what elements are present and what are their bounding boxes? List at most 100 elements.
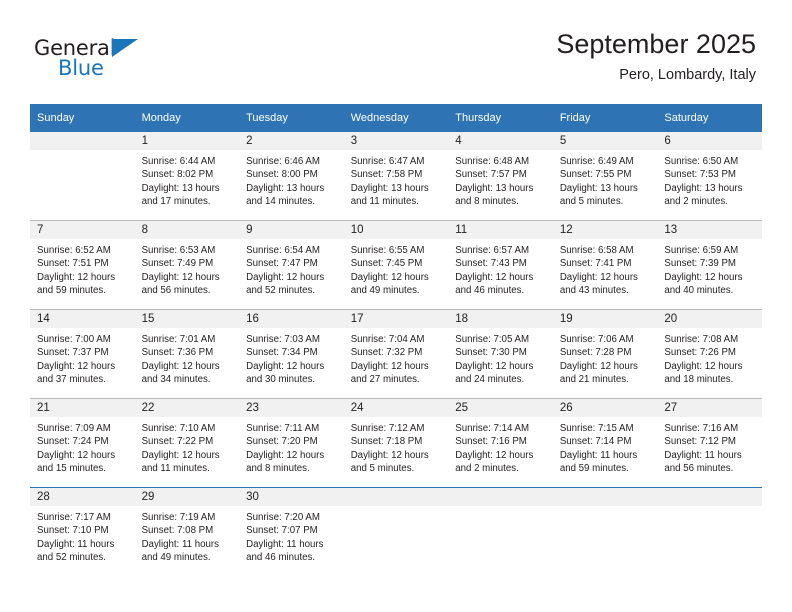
day-details: Sunrise: 7:06 AM Sunset: 7:28 PM Dayligh… [553, 328, 658, 387]
day-cell[interactable] [343, 487, 449, 576]
day-cell[interactable]: 13 Sunrise: 6:59 AM Sunset: 7:39 PM Dayl… [657, 220, 762, 310]
day-details: Sunrise: 7:03 AM Sunset: 7:34 PM Dayligh… [239, 328, 344, 387]
day-cell-inner: 25 Sunrise: 7:14 AM Sunset: 7:16 PM Dayl… [448, 399, 553, 487]
day-details: Sunrise: 6:47 AM Sunset: 7:58 PM Dayligh… [344, 150, 449, 209]
day-cell[interactable]: 11 Sunrise: 6:57 AM Sunset: 7:43 PM Dayl… [448, 220, 553, 310]
day-cell[interactable]: 26 Sunrise: 7:15 AM Sunset: 7:14 PM Dayl… [552, 398, 658, 488]
daylight-text-line1: Daylight: 13 hours [559, 182, 638, 194]
sunrise-text: Sunrise: 7:17 AM [37, 512, 111, 523]
day-number: 15 [134, 310, 240, 328]
day-cell[interactable]: 16 Sunrise: 7:03 AM Sunset: 7:34 PM Dayl… [239, 309, 344, 399]
calendar-table: Sunday Monday Tuesday Wednesday Thursday… [30, 104, 762, 576]
week-row: 7 Sunrise: 6:52 AM Sunset: 7:51 PM Dayli… [30, 220, 762, 310]
sunset-text: Sunset: 7:47 PM [246, 258, 318, 270]
day-cell[interactable] [552, 487, 658, 576]
day-cell[interactable]: 29 Sunrise: 7:19 AM Sunset: 7:08 PM Dayl… [134, 487, 240, 576]
day-cell[interactable]: 30 Sunrise: 7:20 AM Sunset: 7:07 PM Dayl… [239, 487, 344, 576]
weekday-header-wednesday: Wednesday [343, 104, 449, 132]
sunset-text: Sunset: 7:39 PM [664, 258, 736, 270]
day-cell[interactable]: 24 Sunrise: 7:12 AM Sunset: 7:18 PM Dayl… [343, 398, 449, 488]
day-details: Sunrise: 7:15 AM Sunset: 7:14 PM Dayligh… [553, 417, 658, 476]
day-cell[interactable]: 7 Sunrise: 6:52 AM Sunset: 7:51 PM Dayli… [30, 220, 135, 310]
daylight-text-line1: Daylight: 13 hours [664, 182, 743, 194]
day-cell[interactable]: 28 Sunrise: 7:17 AM Sunset: 7:10 PM Dayl… [30, 487, 135, 576]
sunset-text: Sunset: 7:36 PM [141, 347, 214, 359]
page-subtitle: Pero, Lombardy, Italy [619, 66, 756, 83]
daylight-text-line1: Daylight: 12 hours [664, 360, 743, 372]
weekday-header-tuesday: Tuesday [239, 104, 344, 132]
sunset-text: Sunset: 8:02 PM [141, 169, 214, 181]
day-details: Sunrise: 6:54 AM Sunset: 7:47 PM Dayligh… [239, 239, 344, 298]
day-cell[interactable] [657, 487, 762, 576]
sunrise-text: Sunrise: 6:58 AM [559, 245, 634, 256]
day-cell[interactable]: 2 Sunrise: 6:46 AM Sunset: 8:00 PM Dayli… [239, 132, 344, 221]
daylight-text-line1: Daylight: 12 hours [246, 449, 325, 461]
daylight-text-line2: and 5 minutes. [350, 463, 415, 475]
calendar-body: 1 Sunrise: 6:44 AM Sunset: 8:02 PM Dayli… [30, 132, 762, 576]
daylight-text-line1: Daylight: 13 hours [141, 182, 220, 194]
week-row: 14 Sunrise: 7:00 AM Sunset: 7:37 PM Dayl… [30, 309, 762, 399]
day-cell[interactable]: 1 Sunrise: 6:44 AM Sunset: 8:02 PM Dayli… [134, 132, 240, 221]
day-cell[interactable]: 25 Sunrise: 7:14 AM Sunset: 7:16 PM Dayl… [448, 398, 553, 488]
day-cell-inner: 5 Sunrise: 6:49 AM Sunset: 7:55 PM Dayli… [552, 132, 658, 220]
day-cell-inner: 24 Sunrise: 7:12 AM Sunset: 7:18 PM Dayl… [343, 399, 449, 487]
day-cell-inner: 16 Sunrise: 7:03 AM Sunset: 7:34 PM Dayl… [239, 310, 344, 398]
sunset-text: Sunset: 7:12 PM [664, 436, 736, 448]
day-details: Sunrise: 7:14 AM Sunset: 7:16 PM Dayligh… [448, 417, 553, 476]
day-number [657, 488, 762, 506]
day-cell[interactable]: 14 Sunrise: 7:00 AM Sunset: 7:37 PM Dayl… [30, 309, 135, 399]
sunset-text: Sunset: 7:45 PM [350, 258, 423, 270]
day-cell[interactable]: 10 Sunrise: 6:55 AM Sunset: 7:45 PM Dayl… [343, 220, 449, 310]
day-cell[interactable]: 27 Sunrise: 7:16 AM Sunset: 7:12 PM Dayl… [657, 398, 762, 488]
sunset-text: Sunset: 7:08 PM [141, 525, 214, 537]
day-number: 29 [134, 488, 240, 506]
sunrise-text: Sunrise: 6:49 AM [559, 156, 634, 167]
sunrise-text: Sunrise: 7:06 AM [559, 334, 634, 345]
sunrise-text: Sunrise: 6:46 AM [246, 156, 320, 167]
day-cell[interactable]: 9 Sunrise: 6:54 AM Sunset: 7:47 PM Dayli… [239, 220, 344, 310]
sunset-text: Sunset: 7:32 PM [350, 347, 423, 359]
day-details: Sunrise: 6:59 AM Sunset: 7:39 PM Dayligh… [657, 239, 762, 298]
day-cell[interactable]: 5 Sunrise: 6:49 AM Sunset: 7:55 PM Dayli… [552, 132, 658, 221]
day-cell[interactable]: 15 Sunrise: 7:01 AM Sunset: 7:36 PM Dayl… [134, 309, 240, 399]
day-cell[interactable]: 4 Sunrise: 6:48 AM Sunset: 7:57 PM Dayli… [448, 132, 553, 221]
sunset-text: Sunset: 7:10 PM [37, 525, 109, 537]
day-cell[interactable]: 19 Sunrise: 7:06 AM Sunset: 7:28 PM Dayl… [552, 309, 658, 399]
day-cell-inner [448, 488, 553, 576]
sunrise-text: Sunrise: 7:01 AM [141, 334, 216, 345]
day-cell[interactable]: 8 Sunrise: 6:53 AM Sunset: 7:49 PM Dayli… [134, 220, 240, 310]
day-cell[interactable]: 6 Sunrise: 6:50 AM Sunset: 7:53 PM Dayli… [657, 132, 762, 221]
day-cell[interactable]: 21 Sunrise: 7:09 AM Sunset: 7:24 PM Dayl… [30, 398, 135, 488]
weekday-header-thursday: Thursday [448, 104, 553, 132]
daylight-text-line2: and 37 minutes. [37, 374, 106, 386]
sunrise-text: Sunrise: 7:08 AM [664, 334, 739, 345]
day-cell[interactable]: 17 Sunrise: 7:04 AM Sunset: 7:32 PM Dayl… [343, 309, 449, 399]
day-cell[interactable]: 22 Sunrise: 7:10 AM Sunset: 7:22 PM Dayl… [134, 398, 240, 488]
daylight-text-line2: and 11 minutes. [141, 463, 210, 475]
day-cell[interactable] [30, 132, 135, 221]
daylight-text-line1: Daylight: 12 hours [455, 360, 534, 372]
day-number: 4 [448, 132, 553, 150]
day-cell[interactable]: 18 Sunrise: 7:05 AM Sunset: 7:30 PM Dayl… [448, 309, 553, 399]
day-cell[interactable]: 20 Sunrise: 7:08 AM Sunset: 7:26 PM Dayl… [657, 309, 762, 399]
sunrise-text: Sunrise: 7:09 AM [37, 423, 111, 434]
brand-logo[interactable]: General Blue [34, 36, 154, 84]
daylight-text-line1: Daylight: 11 hours [141, 538, 219, 550]
sunrise-text: Sunrise: 6:59 AM [664, 245, 739, 256]
day-details: Sunrise: 7:12 AM Sunset: 7:18 PM Dayligh… [344, 417, 449, 476]
daylight-text-line2: and 56 minutes. [664, 463, 734, 475]
day-number: 16 [239, 310, 344, 328]
sunrise-text: Sunrise: 7:19 AM [141, 512, 216, 523]
daylight-text-line1: Daylight: 13 hours [455, 182, 534, 194]
sunset-text: Sunset: 7:24 PM [37, 436, 109, 448]
day-details: Sunrise: 7:00 AM Sunset: 7:37 PM Dayligh… [30, 328, 135, 387]
week-row: 1 Sunrise: 6:44 AM Sunset: 8:02 PM Dayli… [30, 132, 762, 221]
day-details: Sunrise: 7:08 AM Sunset: 7:26 PM Dayligh… [657, 328, 762, 387]
day-cell[interactable]: 3 Sunrise: 6:47 AM Sunset: 7:58 PM Dayli… [343, 132, 449, 221]
day-cell[interactable] [448, 487, 553, 576]
sunrise-text: Sunrise: 7:05 AM [455, 334, 530, 345]
daylight-text-line1: Daylight: 13 hours [350, 182, 429, 194]
day-cell-inner [343, 488, 449, 576]
day-cell[interactable]: 23 Sunrise: 7:11 AM Sunset: 7:20 PM Dayl… [239, 398, 344, 488]
day-cell[interactable]: 12 Sunrise: 6:58 AM Sunset: 7:41 PM Dayl… [552, 220, 658, 310]
